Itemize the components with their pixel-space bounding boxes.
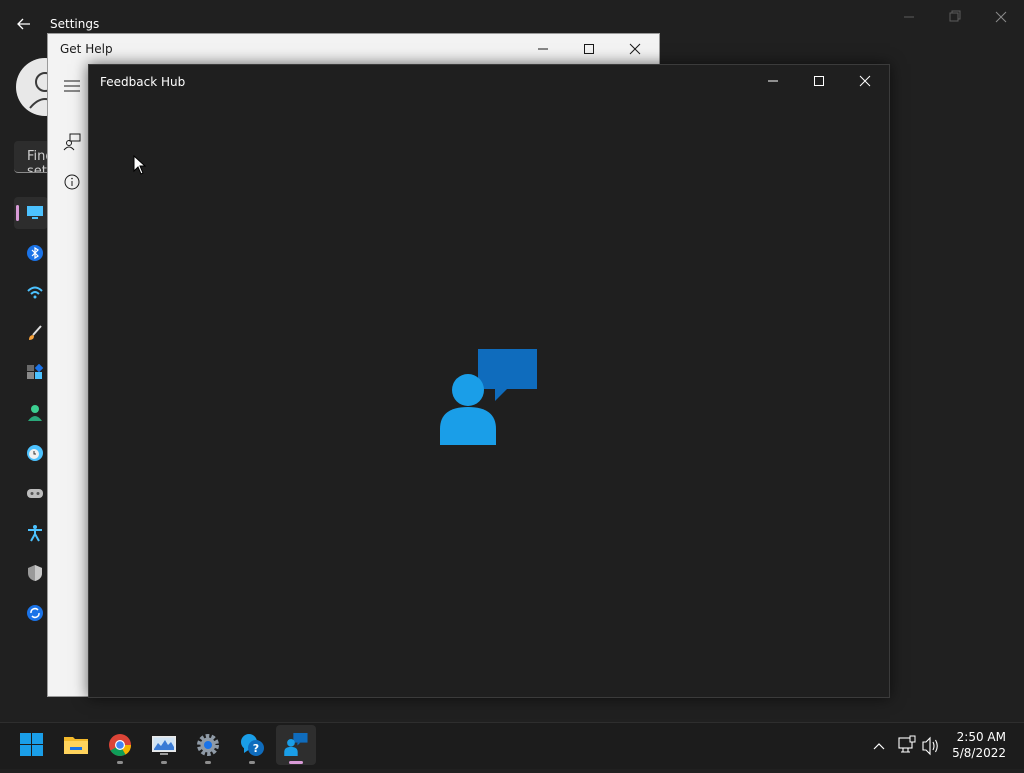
show-hidden-icons-button[interactable] xyxy=(868,723,890,769)
taskbar-start-button[interactable] xyxy=(12,725,52,765)
settings-close-button[interactable] xyxy=(978,8,1024,26)
contact-support-button[interactable] xyxy=(54,127,90,157)
monitor-chart-icon xyxy=(152,736,176,755)
nav-item-accessibility[interactable] xyxy=(14,517,48,549)
get-help-close-button[interactable] xyxy=(612,34,658,65)
account-icon xyxy=(28,405,42,421)
taskbar: ? 2:50 AM 5/8/2022 xyxy=(0,722,1024,769)
running-indicator xyxy=(205,761,211,764)
nav-item-personalization[interactable] xyxy=(14,317,48,349)
shield-icon xyxy=(28,565,42,581)
settings-restore-button[interactable] xyxy=(932,8,978,26)
nav-item-time-language[interactable] xyxy=(14,437,48,469)
folder-icon xyxy=(64,737,88,754)
restore-icon xyxy=(949,10,961,22)
running-indicator xyxy=(161,761,167,764)
mouse-cursor-icon xyxy=(133,155,147,175)
chevron-up-icon xyxy=(873,743,885,750)
get-help-titlebar: Get Help xyxy=(48,34,659,65)
brush-icon xyxy=(29,325,42,340)
feedback-hub-close-button[interactable] xyxy=(842,65,888,97)
settings-title: Settings xyxy=(50,17,100,31)
feedback-hub-logo-icon xyxy=(440,349,537,445)
get-help-icon: ? xyxy=(241,734,264,756)
back-arrow-icon xyxy=(17,18,30,30)
nav-item-system[interactable] xyxy=(14,197,48,229)
taskbar-file-explorer[interactable] xyxy=(56,725,96,765)
maximize-icon xyxy=(584,44,594,54)
feedback-hub-minimize-button[interactable] xyxy=(750,65,796,97)
update-icon xyxy=(27,605,43,621)
taskbar-feedback-hub[interactable] xyxy=(276,725,316,765)
back-button[interactable] xyxy=(14,14,34,34)
settings-minimize-button[interactable] xyxy=(886,8,932,26)
gear-icon xyxy=(197,734,219,756)
clock-time: 2:50 AM xyxy=(956,730,1006,744)
nav-item-gaming[interactable] xyxy=(14,477,48,509)
taskbar-settings[interactable] xyxy=(188,725,228,765)
minimize-icon xyxy=(538,48,548,50)
active-indicator xyxy=(289,761,303,764)
info-icon xyxy=(64,174,80,190)
nav-item-bluetooth[interactable] xyxy=(14,237,48,269)
nav-item-accounts[interactable] xyxy=(14,397,48,429)
taskbar-chrome[interactable] xyxy=(100,725,140,765)
get-help-maximize-button[interactable] xyxy=(566,34,612,65)
taskbar-resource-monitor[interactable] xyxy=(144,725,184,765)
nav-item-apps[interactable] xyxy=(14,357,48,389)
hamburger-icon xyxy=(64,80,80,92)
person-chat-icon xyxy=(63,133,81,151)
running-indicator xyxy=(249,761,255,764)
accessibility-icon xyxy=(28,525,42,542)
maximize-icon xyxy=(814,76,824,86)
get-help-title: Get Help xyxy=(60,42,113,56)
speaker-icon xyxy=(922,736,938,756)
feedback-hub-title: Feedback Hub xyxy=(100,75,186,89)
get-help-nav-rail xyxy=(48,65,88,696)
nav-item-network[interactable] xyxy=(14,277,48,309)
about-button[interactable] xyxy=(54,167,90,197)
feedback-hub-window: Feedback Hub xyxy=(88,64,890,698)
svg-text:?: ? xyxy=(253,742,259,755)
feedback-hub-icon xyxy=(284,733,308,757)
close-icon xyxy=(859,75,871,87)
selected-indicator xyxy=(16,205,19,221)
nav-item-windows-update[interactable] xyxy=(14,597,48,629)
taskbar-get-help[interactable]: ? xyxy=(232,725,272,765)
monitor-icon xyxy=(27,206,43,219)
feedback-hub-maximize-button[interactable] xyxy=(796,65,842,97)
hamburger-menu-button[interactable] xyxy=(54,71,90,101)
minimize-icon xyxy=(768,80,778,82)
volume-button[interactable] xyxy=(920,723,942,769)
close-icon xyxy=(995,11,1007,23)
get-help-minimize-button[interactable] xyxy=(520,34,566,65)
taskbar-clock[interactable]: 2:50 AM 5/8/2022 xyxy=(952,729,1006,761)
clock-globe-icon xyxy=(27,445,43,461)
minimize-icon xyxy=(904,16,914,18)
clock-date: 5/8/2022 xyxy=(952,746,1006,760)
wifi-icon xyxy=(27,286,43,299)
running-indicator xyxy=(117,761,123,764)
network-wired-icon xyxy=(898,735,916,753)
close-icon xyxy=(629,43,641,55)
bluetooth-icon xyxy=(27,245,43,261)
windows-start-icon xyxy=(20,733,43,756)
nav-item-privacy[interactable] xyxy=(14,557,48,589)
apps-icon xyxy=(27,364,44,379)
chrome-icon xyxy=(109,734,131,756)
network-status-button[interactable] xyxy=(896,723,918,769)
gamepad-icon xyxy=(27,489,43,498)
